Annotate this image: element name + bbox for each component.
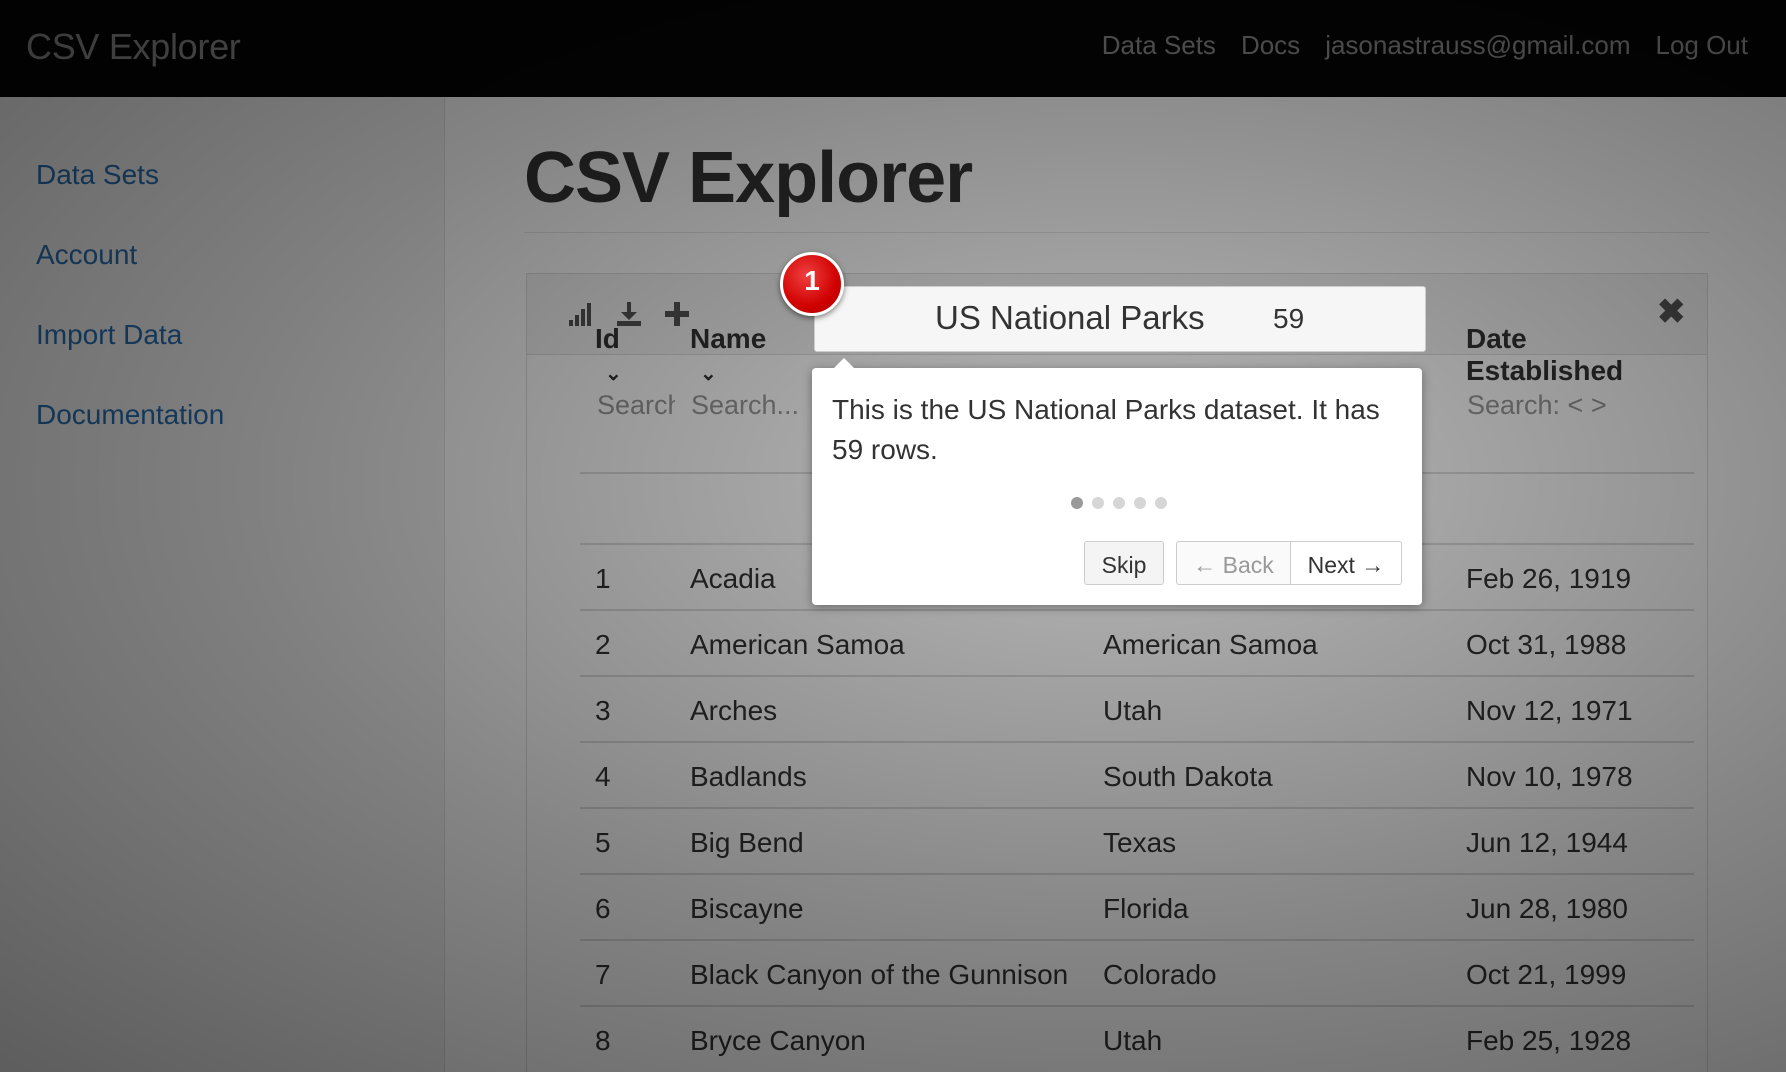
dataset-row-count: 59 xyxy=(1273,303,1305,334)
cell-id: 5 xyxy=(595,827,611,858)
cell-date: Oct 31, 1988 xyxy=(1466,629,1627,660)
cell-date: Feb 26, 1919 xyxy=(1466,563,1632,594)
cell-state: Utah xyxy=(1103,695,1163,726)
cell-date: Jun 12, 1944 xyxy=(1466,827,1628,858)
row-divider xyxy=(580,939,1694,941)
column-header-date-established[interactable]: Date Established xyxy=(1466,323,1623,387)
nav-link-docs[interactable]: Docs xyxy=(1241,30,1300,61)
cell-state: South Dakota xyxy=(1103,761,1273,792)
cell-name: Arches xyxy=(690,695,778,726)
step-dot[interactable] xyxy=(1113,497,1125,509)
sidebar-item-documentation[interactable]: Documentation xyxy=(36,399,224,431)
dataset-title-highlight[interactable]: US National Parks 59 xyxy=(814,286,1426,352)
sidebar-item-data-sets[interactable]: Data Sets xyxy=(36,159,159,191)
cell-id: 2 xyxy=(595,629,611,660)
back-button[interactable]: ← Back xyxy=(1176,541,1291,585)
nav-links: Data Sets Docs jasonastrauss@gmail.com L… xyxy=(1102,30,1748,61)
cell-id: 3 xyxy=(595,695,611,726)
step-dot[interactable] xyxy=(1134,497,1146,509)
nav-link-data-sets[interactable]: Data Sets xyxy=(1102,30,1216,61)
page: CSV Explorer Data Sets Docs jasonastraus… xyxy=(0,0,1786,1072)
step-dot[interactable] xyxy=(1155,497,1167,509)
row-divider xyxy=(580,675,1694,677)
skip-button[interactable]: Skip xyxy=(1084,541,1164,585)
cell-name: Acadia xyxy=(690,563,776,594)
cell-state: Utah xyxy=(1103,1025,1163,1056)
title-divider xyxy=(524,232,1710,233)
table-row[interactable]: 2 American Samoa American Samoa Oct 31, … xyxy=(0,612,1786,678)
nav-link-log-out[interactable]: Log Out xyxy=(1655,30,1748,61)
column-header-name[interactable]: Name⌄ xyxy=(690,323,766,387)
cell-state: Texas xyxy=(1103,827,1177,858)
plus-icon[interactable] xyxy=(663,300,691,328)
tour-step-badge: 1 xyxy=(780,252,844,316)
sidebar-item-account[interactable]: Account xyxy=(36,239,137,271)
cell-name: Badlands xyxy=(690,761,807,792)
page-title: CSV Explorer xyxy=(524,138,973,218)
row-divider xyxy=(580,1005,1694,1007)
cell-date: Nov 12, 1971 xyxy=(1466,695,1633,726)
cell-name: Biscayne xyxy=(690,893,804,924)
search-input-id[interactable]: Search xyxy=(597,390,675,421)
next-button[interactable]: Next → xyxy=(1290,541,1402,585)
row-divider xyxy=(580,609,1694,611)
step-dot[interactable] xyxy=(1071,497,1083,509)
cell-id: 7 xyxy=(595,959,611,990)
cell-date: Nov 10, 1978 xyxy=(1466,761,1633,792)
column-header-id[interactable]: Id⌄ xyxy=(595,323,622,387)
table-row[interactable]: 8 Bryce Canyon Utah Feb 25, 1928 xyxy=(0,1008,1786,1072)
chevron-down-icon: ⌄ xyxy=(605,363,622,385)
row-divider xyxy=(580,873,1694,875)
tour-progress-dots xyxy=(1071,497,1167,509)
cell-id: 8 xyxy=(595,1025,611,1056)
row-divider xyxy=(580,741,1694,743)
search-input-date-established[interactable]: Search: < > xyxy=(1467,390,1667,421)
cell-id: 1 xyxy=(595,563,611,594)
bar-chart-icon[interactable] xyxy=(567,300,595,328)
table-row[interactable]: 5 Big Bend Texas Jun 12, 1944 xyxy=(0,810,1786,876)
close-icon[interactable]: ✖ xyxy=(1657,292,1686,332)
cell-id: 6 xyxy=(595,893,611,924)
dataset-name: US National Parks xyxy=(935,299,1205,336)
table-row[interactable]: 4 Badlands South Dakota Nov 10, 1978 xyxy=(0,744,1786,810)
search-input-name[interactable]: Search... xyxy=(691,390,811,421)
nav-link-account-email[interactable]: jasonastrauss@gmail.com xyxy=(1325,30,1630,61)
cell-name: Big Bend xyxy=(690,827,804,858)
tour-tooltip: This is the US National Parks dataset. I… xyxy=(812,358,1422,605)
cell-name: American Samoa xyxy=(690,629,905,660)
top-navbar: CSV Explorer Data Sets Docs jasonastraus… xyxy=(0,0,1786,97)
sidebar-item-import-data[interactable]: Import Data xyxy=(36,319,182,351)
cell-name: Black Canyon of the Gunnison xyxy=(690,959,1069,990)
cell-state: Colorado xyxy=(1103,959,1217,990)
tooltip-arrow xyxy=(834,358,854,368)
cell-state: American Samoa xyxy=(1103,629,1318,660)
cell-date: Feb 25, 1928 xyxy=(1466,1025,1632,1056)
table-row[interactable]: 7 Black Canyon of the Gunnison Colorado … xyxy=(0,942,1786,1008)
table-row[interactable]: 3 Arches Utah Nov 12, 1971 xyxy=(0,678,1786,744)
cell-name: Bryce Canyon xyxy=(690,1025,866,1056)
cell-date: Jun 28, 1980 xyxy=(1466,893,1628,924)
step-dot[interactable] xyxy=(1092,497,1104,509)
tour-message: This is the US National Parks dataset. I… xyxy=(832,394,1380,465)
table-row[interactable]: 6 Biscayne Florida Jun 28, 1980 xyxy=(0,876,1786,942)
chevron-down-icon: ⌄ xyxy=(700,363,717,385)
cell-id: 4 xyxy=(595,761,611,792)
row-divider xyxy=(580,807,1694,809)
cell-date: Oct 21, 1999 xyxy=(1466,959,1627,990)
brand-logo[interactable]: CSV Explorer xyxy=(26,26,241,68)
cell-state: Florida xyxy=(1103,893,1189,924)
